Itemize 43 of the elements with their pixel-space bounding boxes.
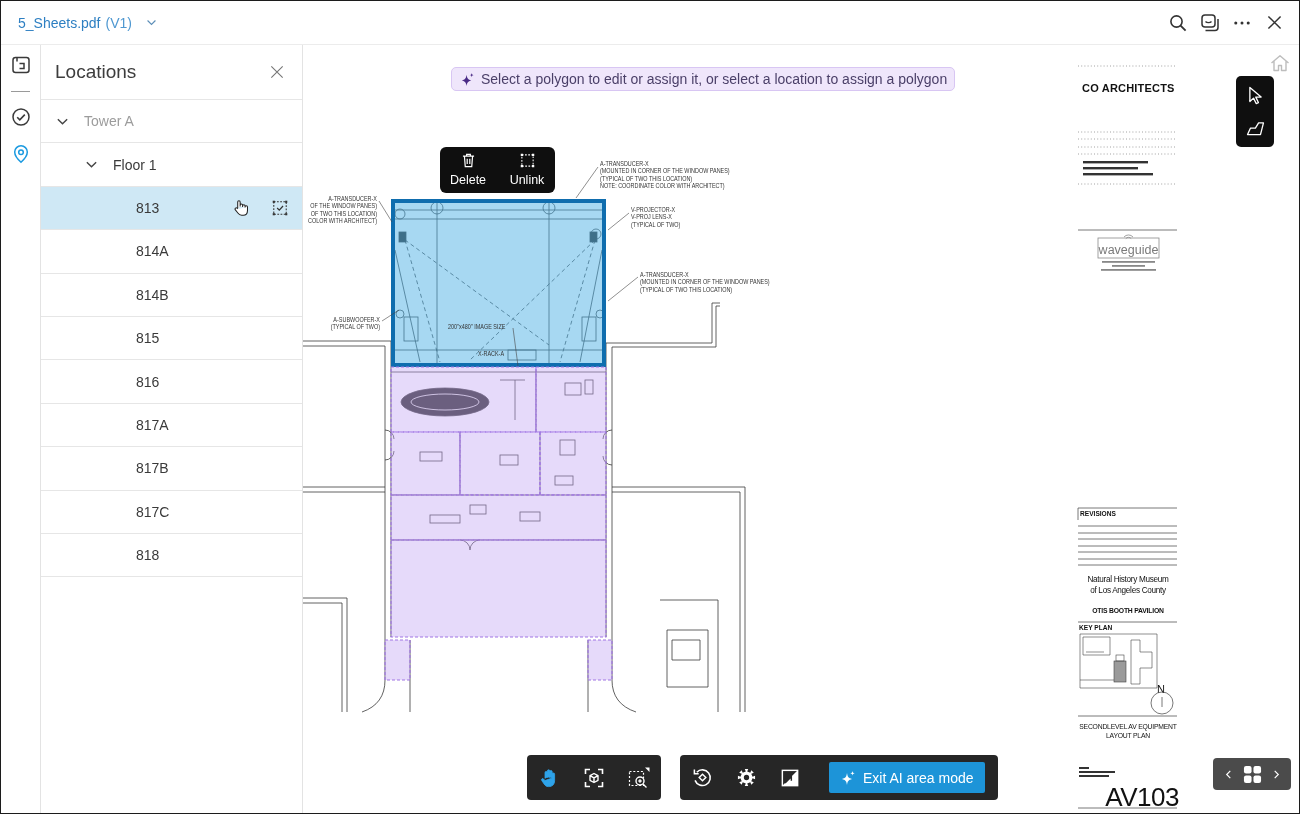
leader-line	[607, 276, 639, 302]
leader-line	[378, 200, 393, 223]
close-icon	[270, 65, 284, 79]
firm-name: CO ARCHITECTS	[1082, 82, 1175, 94]
sparkle-icon	[460, 71, 475, 87]
consultant-logo: waveguide	[1097, 234, 1160, 259]
leader-line	[512, 327, 519, 367]
area-polygon[interactable]	[390, 366, 537, 433]
north-label: N	[1157, 683, 1165, 695]
trash-icon	[461, 153, 475, 168]
leader-line	[607, 212, 630, 231]
unlink-button[interactable]: Unlink	[501, 147, 553, 193]
fine-print-drawing	[1101, 261, 1156, 271]
frame-cube-icon	[584, 767, 604, 788]
grid-icon	[1242, 764, 1262, 784]
search-icon	[1169, 13, 1187, 32]
more-icon	[1234, 20, 1250, 25]
settings-icon	[736, 768, 756, 787]
fine-print-drawing	[1079, 767, 1115, 777]
chevron-right-icon	[1271, 768, 1281, 780]
check-circle-icon	[10, 107, 31, 127]
fine-print-drawing	[1083, 161, 1153, 176]
close-icon	[1266, 15, 1282, 30]
sparkle-icon	[840, 769, 856, 786]
sheet-icon	[10, 55, 31, 75]
delete-button[interactable]: Delete	[442, 147, 494, 193]
panel-title: Locations	[55, 61, 137, 83]
stacked-squares-icon	[1200, 12, 1220, 33]
expand-icon	[781, 768, 799, 787]
hint-text: Select a polygon to edit or assign it, or select a location to assign a polygon	[481, 71, 948, 87]
polygon-icon	[1245, 120, 1265, 136]
project-name: Natural History Museum of Los Angeles County	[1087, 575, 1169, 595]
leader-line	[381, 309, 400, 322]
dashed-square-icon	[519, 153, 535, 168]
pointer-icon	[1247, 85, 1263, 105]
file-menu-button[interactable]: 5_Sheets.pdf (V1)	[18, 12, 157, 33]
area-polygon[interactable]	[391, 199, 606, 367]
zoom-area-icon	[628, 766, 650, 789]
home-icon	[1270, 54, 1290, 72]
sheet-number: AV103	[1105, 782, 1179, 812]
rotate-icon	[691, 767, 713, 788]
leader-line	[575, 166, 599, 199]
chevron-left-icon	[1223, 768, 1233, 780]
